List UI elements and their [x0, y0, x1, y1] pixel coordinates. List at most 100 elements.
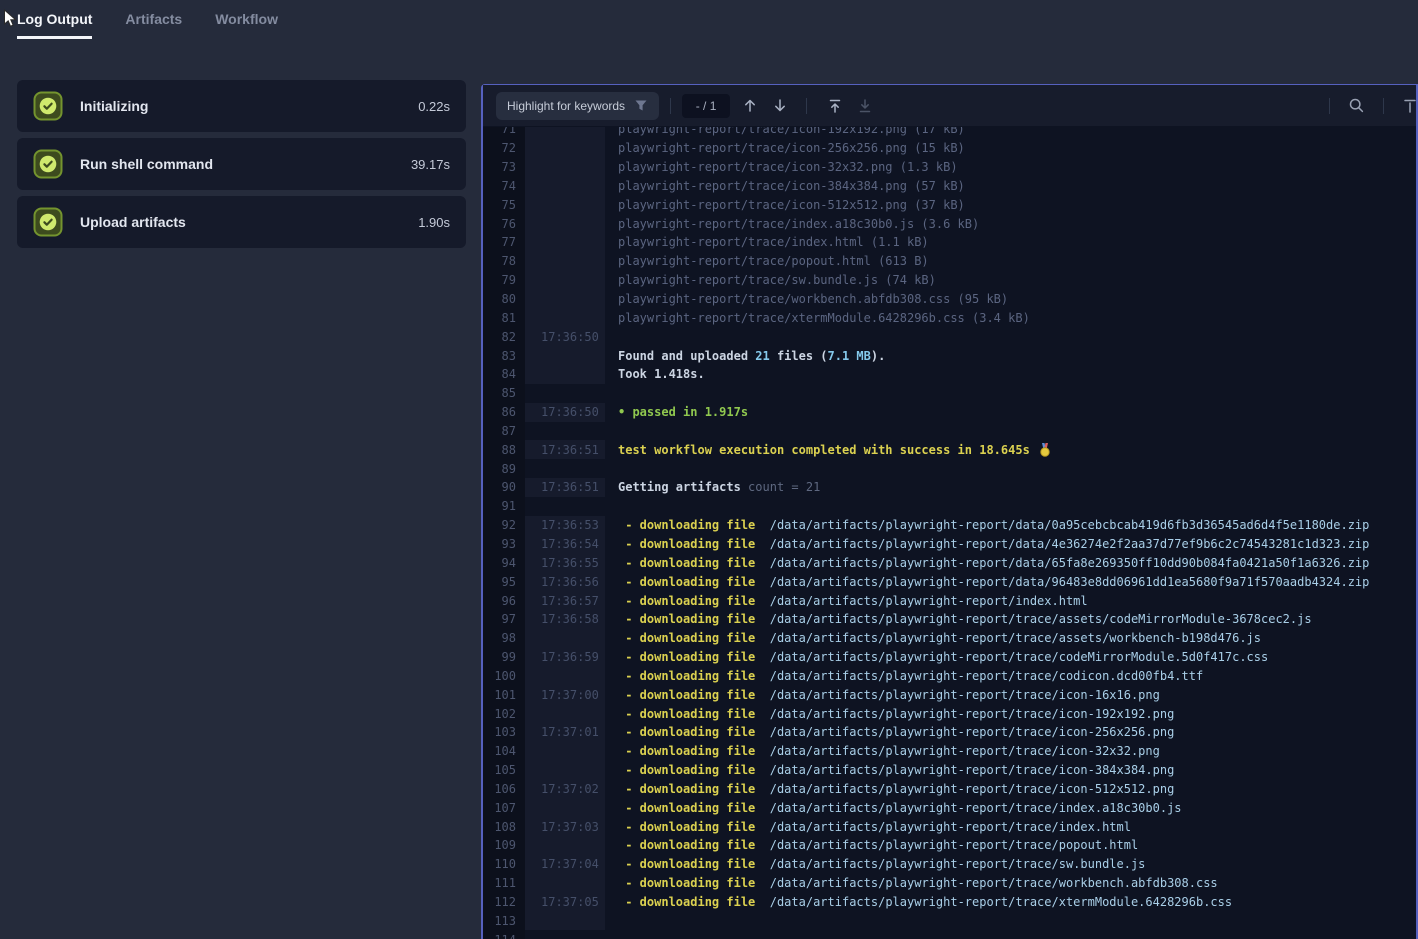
- timestamp: [525, 139, 605, 158]
- log-segment: - downloading file: [618, 857, 755, 871]
- log-row: 114: [483, 930, 1416, 939]
- log-segment: test workflow execution completed with s…: [618, 443, 1037, 457]
- highlight-keywords-button[interactable]: Highlight for keywords: [496, 92, 659, 120]
- match-counter: - / 1: [682, 94, 730, 118]
- log-segment: /data/artifacts/playwright-report/trace/…: [755, 744, 1160, 758]
- line-number: 92: [483, 518, 525, 532]
- previous-match-button[interactable]: [742, 97, 758, 114]
- timestamp: [525, 233, 605, 252]
- log-row: 84Took 1.418s.: [483, 365, 1416, 384]
- log-text: - downloading file /data/artifacts/playw…: [605, 820, 1131, 834]
- line-number: 81: [483, 311, 525, 325]
- log-segment: Found and uploaded: [618, 349, 755, 363]
- log-row: 89: [483, 459, 1416, 478]
- timestamp: 17:37:05: [525, 893, 605, 912]
- line-number: 98: [483, 631, 525, 645]
- tab-artifacts[interactable]: Artifacts: [125, 0, 182, 39]
- timestamp: 17:36:50: [525, 327, 605, 346]
- line-number: 114: [483, 933, 525, 939]
- line-number: 89: [483, 462, 525, 476]
- log-segment: playwright-report/trace/index.a18c30b0.j…: [618, 217, 979, 231]
- log-row: 98 - downloading file /data/artifacts/pl…: [483, 629, 1416, 648]
- log-row: 76playwright-report/trace/index.a18c30b0…: [483, 214, 1416, 233]
- log-row: 10817:37:03 - downloading file /data/art…: [483, 817, 1416, 836]
- step-name: Initializing: [80, 98, 418, 114]
- timestamp: 17:36:59: [525, 648, 605, 667]
- log-segment: - downloading file: [618, 876, 755, 890]
- log-segment: /data/artifacts/playwright-report/trace/…: [755, 725, 1174, 739]
- timestamp: [525, 127, 605, 139]
- log-text: - downloading file /data/artifacts/playw…: [605, 612, 1312, 626]
- step-duration: 1.90s: [418, 215, 450, 230]
- log-segment: - downloading file: [618, 537, 755, 551]
- success-check-icon: [33, 91, 63, 121]
- timestamp: [525, 497, 605, 516]
- timestamp: 17:36:56: [525, 572, 605, 591]
- scroll-to-bottom-button[interactable]: [857, 98, 873, 114]
- log-row: 91: [483, 497, 1416, 516]
- log-text: test workflow execution completed with s…: [605, 443, 1051, 457]
- log-segment: - downloading file: [618, 820, 755, 834]
- timestamp: [525, 177, 605, 196]
- timestamp: [525, 798, 605, 817]
- timestamp: 17:36:54: [525, 535, 605, 554]
- tab-log-output[interactable]: Log Output: [17, 0, 92, 39]
- tab-workflow[interactable]: Workflow: [215, 0, 278, 39]
- log-text: Found and uploaded 21 files (7.1 MB).: [605, 349, 885, 363]
- line-number: 72: [483, 141, 525, 155]
- log-segment: - downloading file: [618, 631, 755, 645]
- timestamp: 17:36:58: [525, 610, 605, 629]
- timestamp: [525, 214, 605, 233]
- line-number: 75: [483, 198, 525, 212]
- log-row: 109 - downloading file /data/artifacts/p…: [483, 836, 1416, 855]
- line-number: 109: [483, 838, 525, 852]
- next-match-button[interactable]: [772, 97, 788, 114]
- success-check-icon: [33, 149, 63, 179]
- log-text: • passed in 1.917s: [605, 405, 748, 419]
- step-card-run-shell-command[interactable]: Run shell command39.17s: [17, 138, 466, 190]
- scroll-to-top-icon: [827, 98, 843, 114]
- scroll-to-bottom-icon: [857, 98, 873, 114]
- line-number: 74: [483, 179, 525, 193]
- timestamp: [525, 252, 605, 271]
- log-row: 9617:36:57 - downloading file /data/arti…: [483, 591, 1416, 610]
- timestamp: 17:37:00: [525, 685, 605, 704]
- log-segment: playwright-report/trace/index.html (1.1 …: [618, 235, 929, 249]
- steps-sidebar: Initializing0.22s Run shell command39.17s…: [17, 80, 466, 254]
- log-segment: - downloading file: [618, 744, 755, 758]
- log-row: 73playwright-report/trace/icon-32x32.png…: [483, 158, 1416, 177]
- log-segment: - downloading file: [618, 707, 755, 721]
- log-row: 11217:37:05 - downloading file /data/art…: [483, 893, 1416, 912]
- clipped-icon-button[interactable]: [1402, 98, 1418, 114]
- log-row: 100 - downloading file /data/artifacts/p…: [483, 666, 1416, 685]
- scroll-to-top-button[interactable]: [827, 98, 843, 114]
- log-segment: playwright-report/trace/popout.html (613…: [618, 254, 929, 268]
- log-text: - downloading file /data/artifacts/playw…: [605, 594, 1088, 608]
- log-row: 107 - downloading file /data/artifacts/p…: [483, 798, 1416, 817]
- log-row: 113: [483, 911, 1416, 930]
- log-segment: /data/artifacts/playwright-report/data/0…: [755, 518, 1369, 532]
- log-row: 9217:36:53 - downloading file /data/arti…: [483, 516, 1416, 535]
- timestamp: [525, 308, 605, 327]
- log-row: 102 - downloading file /data/artifacts/p…: [483, 704, 1416, 723]
- log-segment: /data/artifacts/playwright-report/data/6…: [755, 556, 1369, 570]
- log-text: - downloading file /data/artifacts/playw…: [605, 725, 1174, 739]
- log-segment: /data/artifacts/playwright-report/trace/…: [755, 612, 1311, 626]
- log-output-area[interactable]: 71playwright-report/trace/icon-192x192.p…: [483, 127, 1416, 939]
- log-segment: - downloading file: [618, 688, 755, 702]
- line-number: 106: [483, 782, 525, 796]
- log-segment: /data/artifacts/playwright-report/trace/…: [755, 895, 1232, 909]
- toolbar-divider: [806, 98, 807, 114]
- search-button[interactable]: [1348, 97, 1365, 114]
- log-segment: - downloading file: [618, 782, 755, 796]
- step-card-initializing[interactable]: Initializing0.22s: [17, 80, 466, 132]
- log-row: 9517:36:56 - downloading file /data/arti…: [483, 572, 1416, 591]
- log-segment: /data/artifacts/playwright-report/trace/…: [755, 707, 1174, 721]
- line-number: 82: [483, 330, 525, 344]
- log-segment: /data/artifacts/playwright-report/trace/…: [755, 688, 1160, 702]
- line-number: 88: [483, 443, 525, 457]
- step-name: Upload artifacts: [80, 214, 418, 230]
- step-card-upload-artifacts[interactable]: Upload artifacts1.90s: [17, 196, 466, 248]
- log-text: - downloading file /data/artifacts/playw…: [605, 763, 1174, 777]
- log-row: 79playwright-report/trace/sw.bundle.js (…: [483, 271, 1416, 290]
